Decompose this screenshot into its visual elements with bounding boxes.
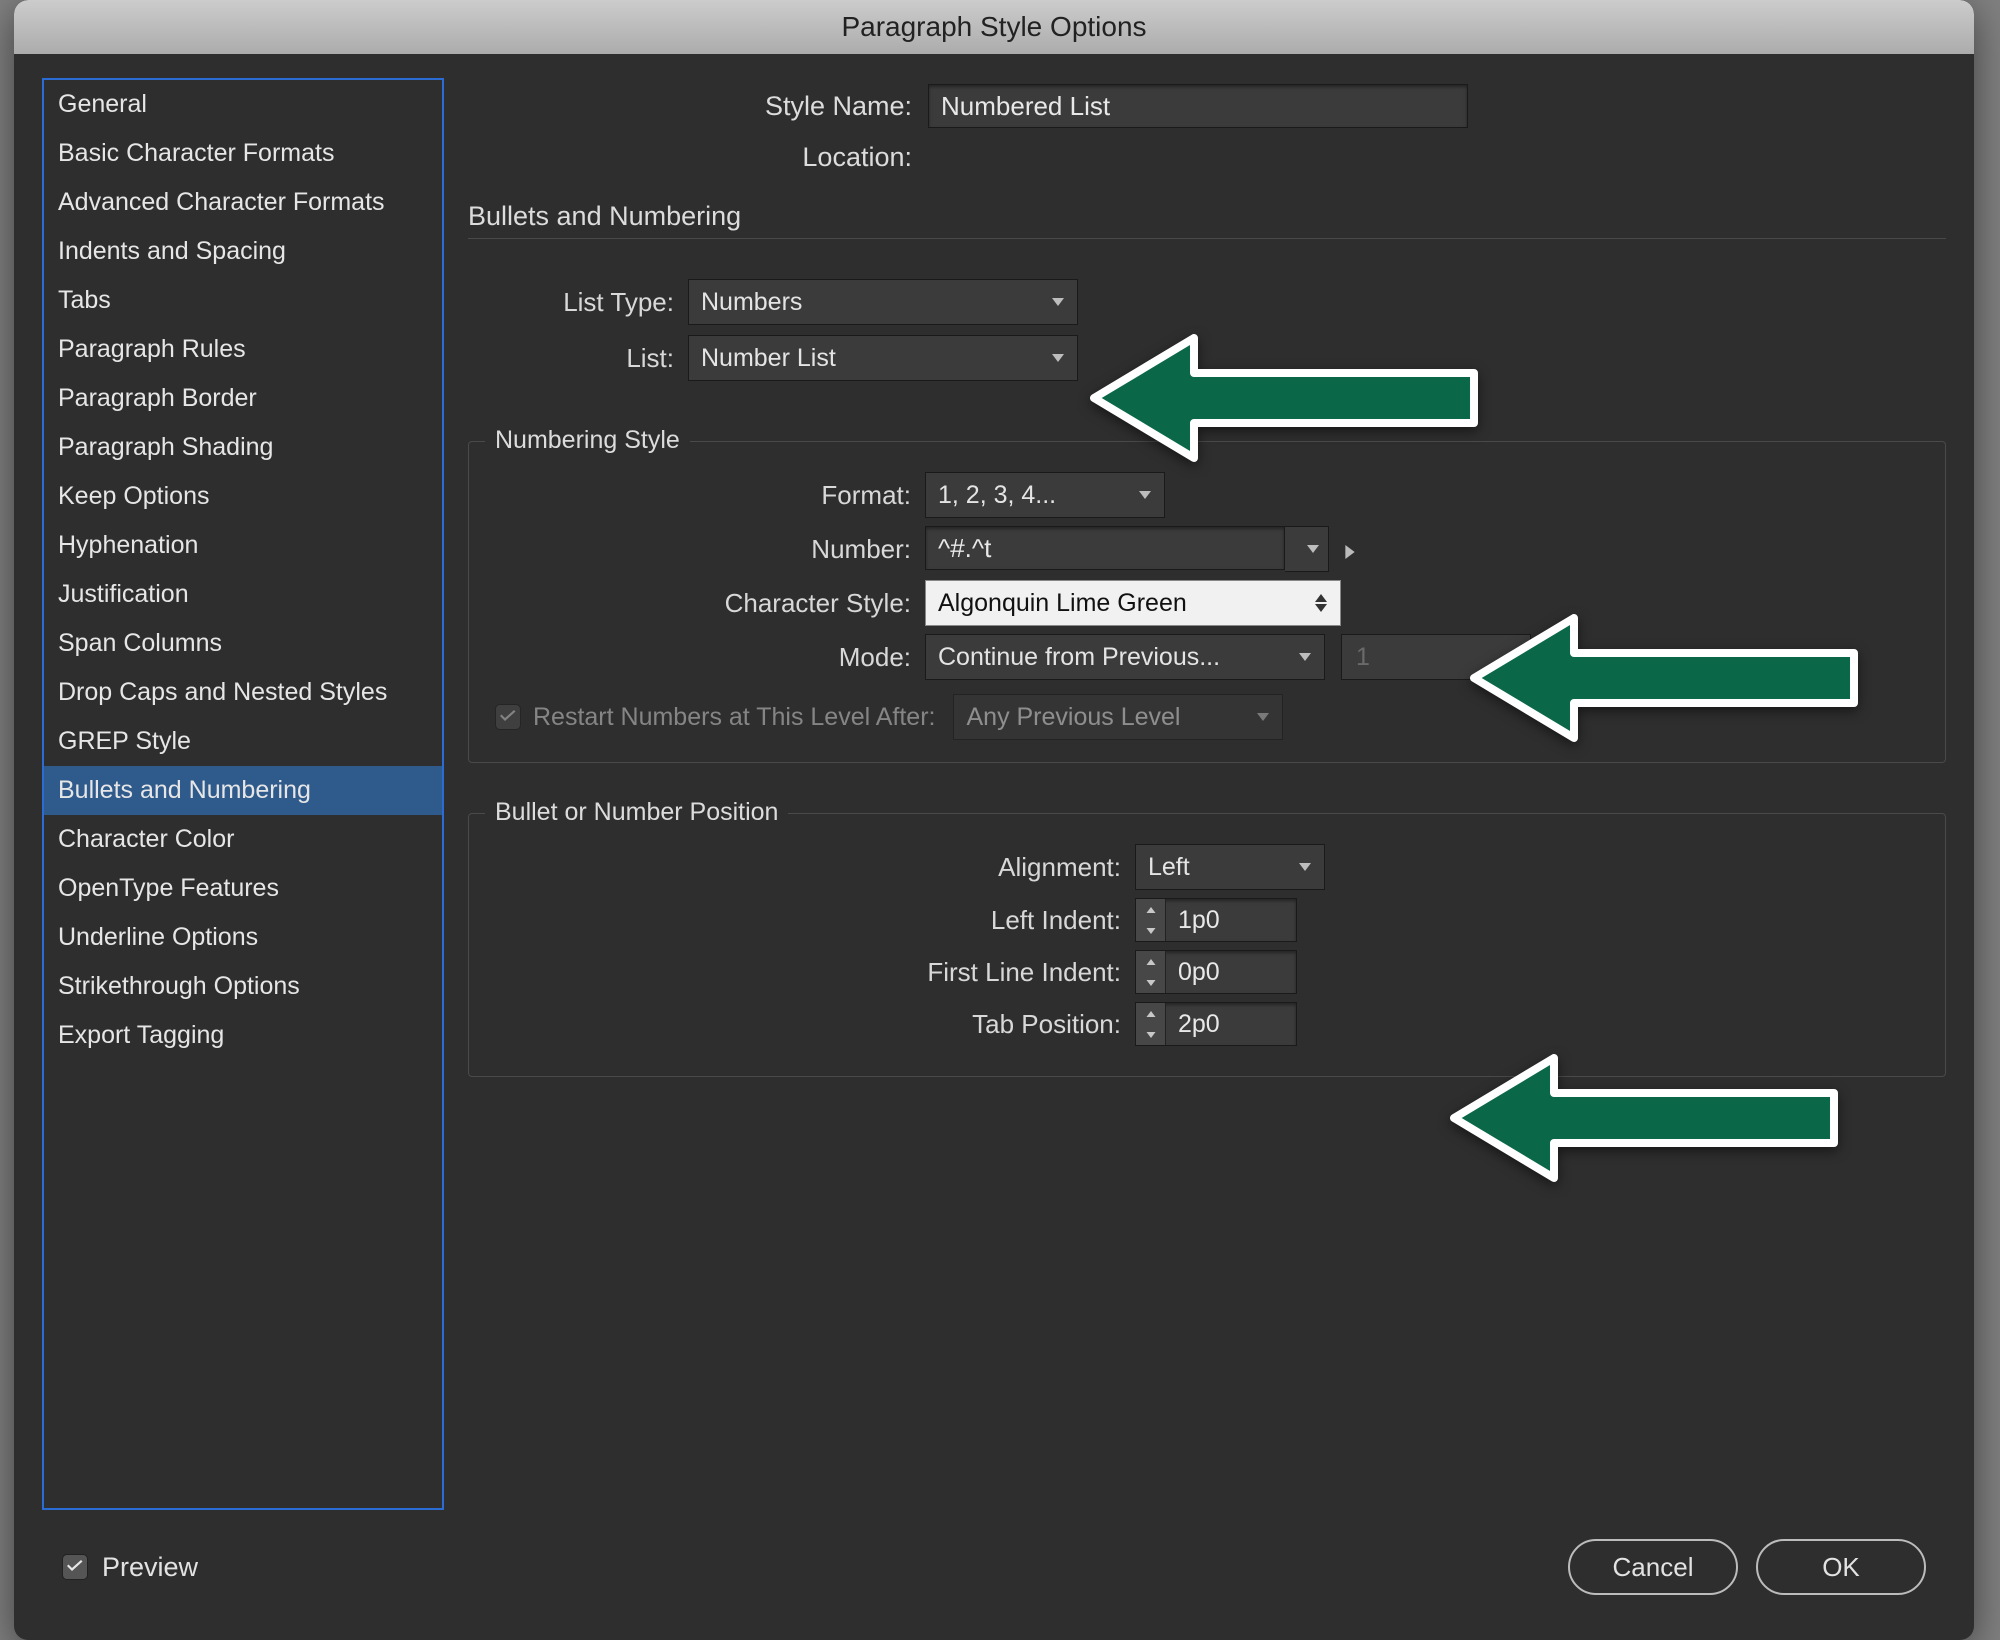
number-label: Number: [495, 534, 925, 565]
chevron-down-icon [1298, 863, 1312, 871]
sidebar-item[interactable]: Bullets and Numbering [44, 766, 442, 815]
left-indent-input[interactable] [1135, 898, 1297, 942]
chevron-down-icon [1051, 354, 1065, 362]
character-style-dropdown[interactable]: Algonquin Lime Green [925, 580, 1341, 626]
sidebar-item[interactable]: Hyphenation [44, 521, 442, 570]
list-type-label: List Type: [468, 287, 688, 318]
preview-label: Preview [102, 1552, 198, 1583]
spinner-up-icon[interactable] [1136, 1003, 1165, 1024]
left-indent-label: Left Indent: [495, 905, 1135, 936]
ok-button[interactable]: OK [1756, 1539, 1926, 1595]
first-line-indent-input[interactable] [1135, 950, 1297, 994]
flyout-icon[interactable] [1345, 543, 1357, 555]
number-presets-dropdown[interactable] [1285, 526, 1329, 572]
divider [468, 238, 1946, 239]
tab-position-value[interactable] [1166, 1003, 1296, 1045]
format-dropdown[interactable]: 1, 2, 3, 4... [925, 472, 1165, 518]
style-name-input[interactable] [928, 84, 1468, 128]
sidebar-item[interactable]: Paragraph Shading [44, 423, 442, 472]
style-name-label: Style Name: [468, 91, 928, 122]
location-label: Location: [468, 142, 928, 173]
sidebar-item[interactable]: General [44, 80, 442, 129]
sidebar-item[interactable]: Tabs [44, 276, 442, 325]
sidebar-item[interactable]: Basic Character Formats [44, 129, 442, 178]
chevron-down-icon [1256, 713, 1270, 721]
preview-checkbox[interactable]: Preview [62, 1552, 198, 1583]
tab-position-label: Tab Position: [495, 1009, 1135, 1040]
list-value: Number List [701, 344, 836, 373]
chevron-down-icon [1051, 298, 1065, 306]
restart-label: Restart Numbers at This Level After: [533, 703, 935, 732]
sidebar-item[interactable]: Paragraph Rules [44, 325, 442, 374]
position-fieldset: Bullet or Number Position Alignment: Lef… [468, 813, 1946, 1077]
list-type-dropdown[interactable]: Numbers [688, 279, 1078, 325]
sidebar-item[interactable]: Paragraph Border [44, 374, 442, 423]
number-input[interactable] [925, 526, 1285, 570]
alignment-value: Left [1148, 853, 1190, 882]
position-legend: Bullet or Number Position [485, 798, 788, 827]
chevron-down-icon [1298, 653, 1312, 661]
titlebar: Paragraph Style Options [14, 0, 1974, 54]
spinner[interactable] [1136, 1003, 1166, 1045]
mode-start-number: 1 [1341, 634, 1531, 680]
sidebar-item[interactable]: Advanced Character Formats [44, 178, 442, 227]
tab-position-input[interactable] [1135, 1002, 1297, 1046]
sidebar-item[interactable]: Drop Caps and Nested Styles [44, 668, 442, 717]
chevron-down-icon [1138, 491, 1152, 499]
left-indent-value[interactable] [1166, 899, 1296, 941]
sidebar-item[interactable]: Keep Options [44, 472, 442, 521]
first-line-indent-value[interactable] [1166, 951, 1296, 993]
spinner[interactable] [1136, 951, 1166, 993]
spinner-down-icon[interactable] [1136, 920, 1165, 941]
first-line-indent-label: First Line Indent: [495, 957, 1135, 988]
sidebar-item[interactable]: Indents and Spacing [44, 227, 442, 276]
char-style-label: Character Style: [495, 588, 925, 619]
checkbox-icon [62, 1554, 88, 1580]
chevron-updown-icon [1314, 594, 1328, 612]
mode-start-number-value: 1 [1356, 643, 1370, 672]
spinner-up-icon[interactable] [1136, 899, 1165, 920]
dialog-window: Paragraph Style Options GeneralBasic Cha… [14, 0, 1974, 1640]
section-title: Bullets and Numbering [468, 201, 1946, 232]
format-value: 1, 2, 3, 4... [938, 481, 1056, 510]
mode-value: Continue from Previous... [938, 643, 1220, 672]
list-type-value: Numbers [701, 288, 802, 317]
restart-level-dropdown: Any Previous Level [953, 694, 1283, 740]
sidebar-item[interactable]: Export Tagging [44, 1011, 442, 1060]
spinner-up-icon[interactable] [1136, 951, 1165, 972]
alignment-dropdown[interactable]: Left [1135, 844, 1325, 890]
checkbox-icon [495, 704, 521, 730]
spinner[interactable] [1136, 899, 1166, 941]
char-style-value: Algonquin Lime Green [938, 589, 1187, 618]
sidebar-item[interactable]: Justification [44, 570, 442, 619]
sidebar-item[interactable]: Span Columns [44, 619, 442, 668]
dialog-body: GeneralBasic Character FormatsAdvanced C… [14, 54, 1974, 1510]
list-dropdown[interactable]: Number List [688, 335, 1078, 381]
sidebar-item[interactable]: Character Color [44, 815, 442, 864]
sidebar-item[interactable]: GREP Style [44, 717, 442, 766]
numbering-style-fieldset: Numbering Style Format: 1, 2, 3, 4... Nu… [468, 441, 1946, 763]
sidebar-item[interactable]: OpenType Features [44, 864, 442, 913]
chevron-down-icon [1306, 545, 1320, 553]
spinner-down-icon[interactable] [1136, 1024, 1165, 1045]
sidebar: GeneralBasic Character FormatsAdvanced C… [42, 78, 444, 1510]
mode-dropdown[interactable]: Continue from Previous... [925, 634, 1325, 680]
restart-value: Any Previous Level [966, 703, 1180, 732]
sidebar-item[interactable]: Underline Options [44, 913, 442, 962]
alignment-label: Alignment: [495, 852, 1135, 883]
window-title: Paragraph Style Options [841, 11, 1146, 42]
spinner-down-icon[interactable] [1136, 972, 1165, 993]
cancel-button[interactable]: Cancel [1568, 1539, 1738, 1595]
numbering-style-legend: Numbering Style [485, 426, 690, 455]
mode-label: Mode: [495, 642, 925, 673]
format-label: Format: [495, 480, 925, 511]
sidebar-item[interactable]: Strikethrough Options [44, 962, 442, 1011]
restart-numbers-checkbox: Restart Numbers at This Level After: Any… [495, 694, 1919, 740]
list-label: List: [468, 343, 688, 374]
main-panel: Style Name: Location: Bullets and Number… [444, 78, 1946, 1510]
dialog-footer: Preview Cancel OK [14, 1510, 1974, 1640]
